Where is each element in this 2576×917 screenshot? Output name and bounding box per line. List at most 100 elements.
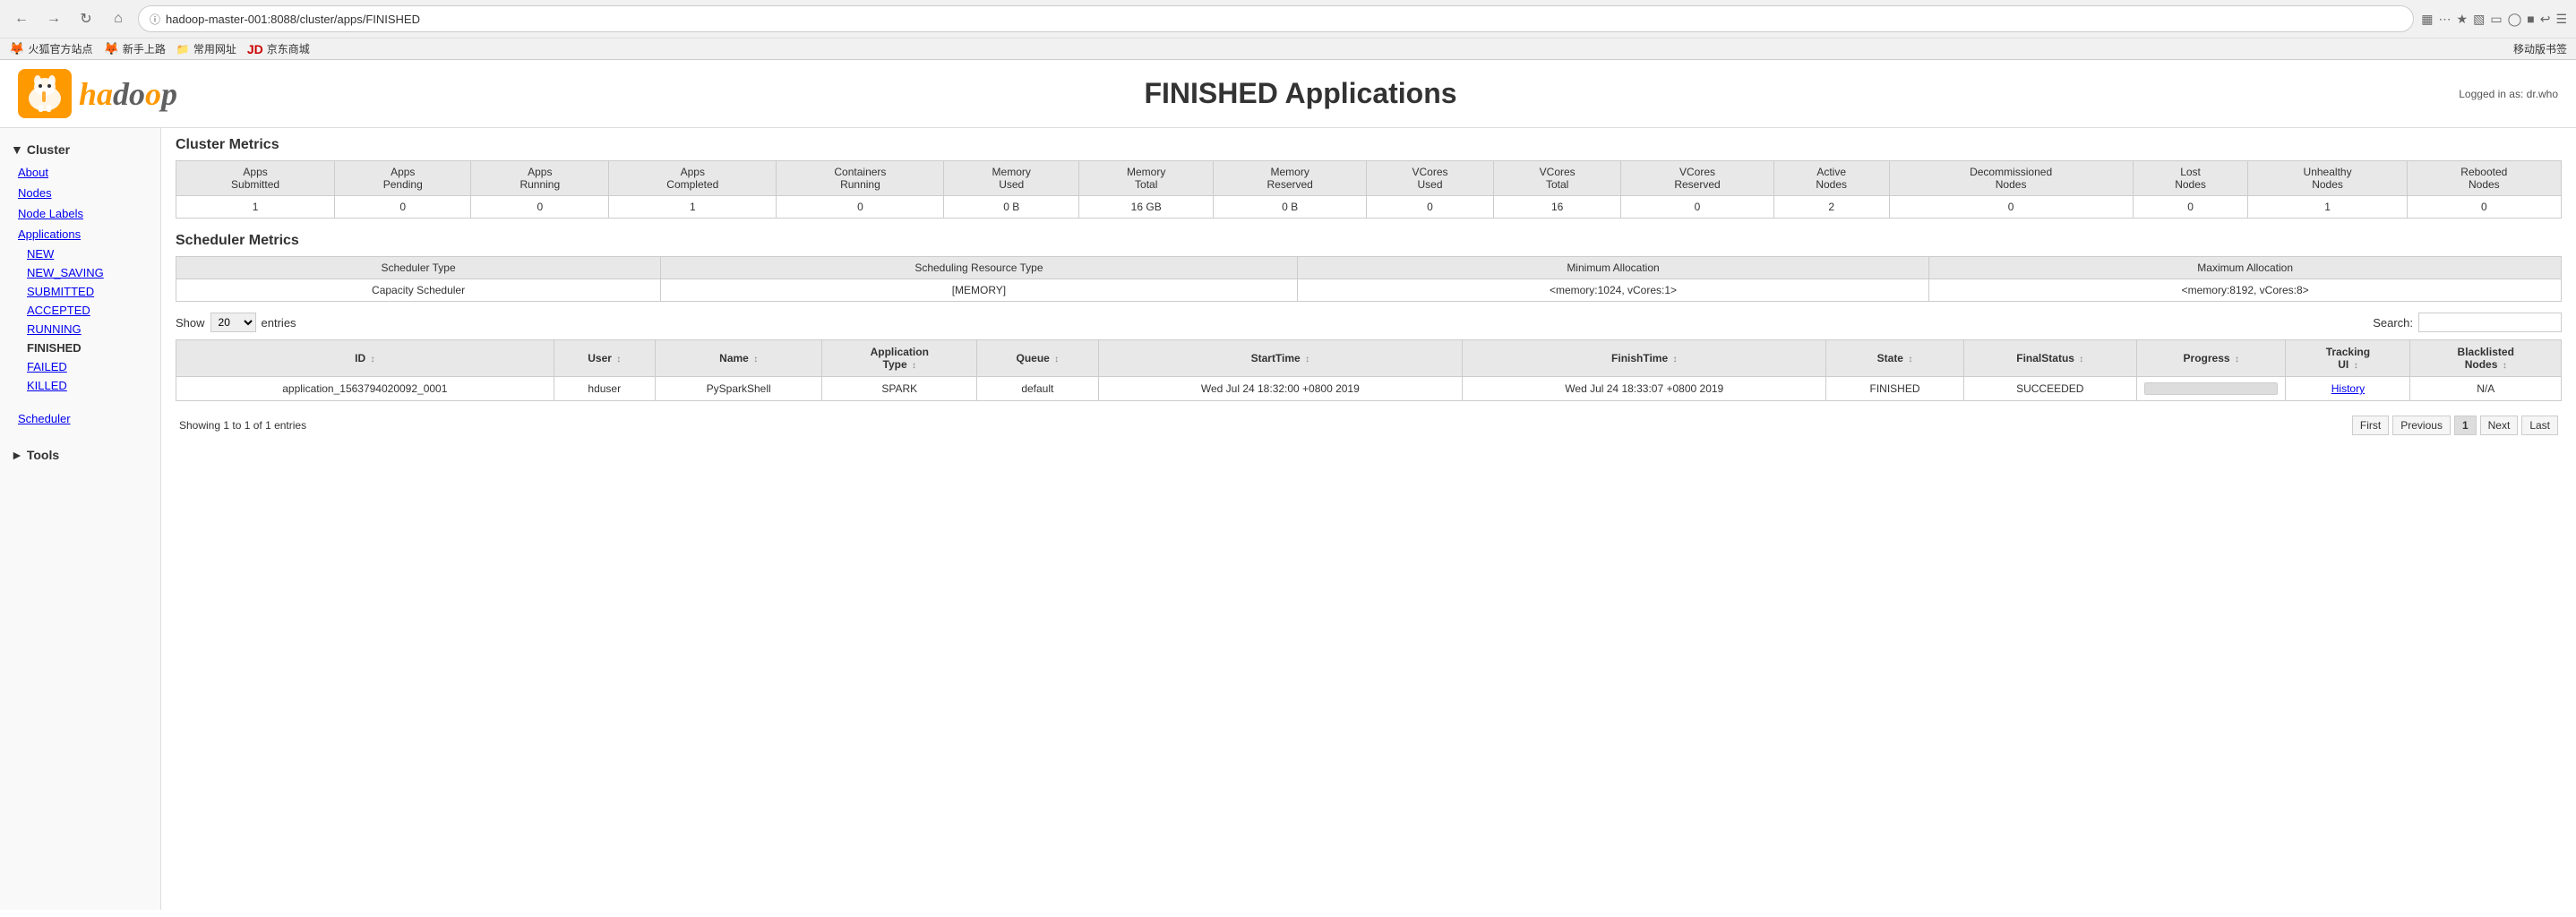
app-tracking-ui: History (2286, 377, 2410, 401)
app-queue: default (977, 377, 1099, 401)
sidebar-icon[interactable]: ▧ (2473, 12, 2485, 27)
page-1-button[interactable]: 1 (2454, 416, 2477, 435)
search-section: Search: (2373, 313, 2562, 332)
address-bar[interactable]: ⓘ hadoop-master-001:8088/cluster/apps/FI… (138, 5, 2414, 32)
sidebar-item-applications[interactable]: Applications (0, 224, 160, 244)
val-apps-completed: 1 (609, 196, 777, 219)
cluster-section-header[interactable]: ▼ Cluster (0, 137, 160, 162)
app-col-finish-time[interactable]: FinishTime ↕ (1463, 340, 1826, 377)
app-col-final-status[interactable]: FinalStatus ↕ (1963, 340, 2137, 377)
val-lost-nodes: 0 (2133, 196, 2248, 219)
app-col-tracking-ui[interactable]: TrackingUI ↕ (2286, 340, 2410, 377)
show-entries-left: Show 10 20 50 100 entries (176, 313, 296, 332)
sidebar-sub-item-submitted[interactable]: SUBMITTED (0, 282, 160, 301)
sidebar-sub-item-finished[interactable]: FINISHED (0, 339, 160, 357)
reload-button[interactable]: ↻ (73, 6, 99, 31)
sidebar-item-nodes[interactable]: Nodes (0, 183, 160, 203)
app-col-state[interactable]: State ↕ (1826, 340, 1963, 377)
sidebar: ▼ Cluster About Nodes Node Labels Applic… (0, 128, 161, 910)
collapse-icon: ▼ (11, 142, 23, 157)
val-vcores-used: 0 (1366, 196, 1493, 219)
entries-select[interactable]: 10 20 50 100 (210, 313, 256, 332)
bookmark-xinshow[interactable]: 🦊 新手上路 (103, 41, 165, 56)
bookmark-changyong[interactable]: 📁 常用网址 (176, 41, 236, 56)
search-input[interactable] (2418, 313, 2562, 332)
app-col-app-type[interactable]: ApplicationType ↕ (822, 340, 977, 377)
home-button[interactable]: ⌂ (106, 6, 131, 31)
col-unhealthy-nodes: UnhealthyNodes (2248, 161, 2407, 196)
back-button[interactable]: ← (9, 6, 34, 31)
val-containers-running: 0 (777, 196, 944, 219)
sort-finish-icon: ↕ (1673, 355, 1678, 364)
undo-icon[interactable]: ↩ (2540, 12, 2551, 27)
next-button[interactable]: Next (2480, 416, 2519, 435)
sched-val-type: Capacity Scheduler (176, 279, 661, 302)
show-label: Show (176, 316, 205, 330)
content-area: Cluster Metrics AppsSubmitted AppsPendin… (161, 128, 2576, 910)
tabs-icon[interactable]: ▭ (2490, 12, 2502, 27)
pagination-controls: First Previous 1 Next Last (2352, 416, 2558, 435)
col-apps-running: AppsRunning (471, 161, 609, 196)
sidebar-sub-item-accepted[interactable]: ACCEPTED (0, 301, 160, 320)
progress-bar-container (2144, 382, 2278, 395)
fox-icon2: 🦊 (103, 41, 118, 56)
app-col-id[interactable]: ID ↕ (176, 340, 554, 377)
previous-button[interactable]: Previous (2392, 416, 2451, 435)
page-title: FINISHED Applications (177, 77, 2424, 110)
sidebar-item-about[interactable]: About (0, 162, 160, 183)
app-col-queue[interactable]: Queue ↕ (977, 340, 1099, 377)
sidebar-sub-item-new[interactable]: NEW (0, 244, 160, 263)
app-col-start-time[interactable]: StartTime ↕ (1098, 340, 1462, 377)
sidebar-sub-item-new-saving[interactable]: NEW_SAVING (0, 263, 160, 282)
menu-icon[interactable]: ☰ (2555, 12, 2567, 27)
browser-chrome: ← → ↻ ⌂ ⓘ hadoop-master-001:8088/cluster… (0, 0, 2576, 60)
sidebar-sub-item-killed[interactable]: KILLED (0, 376, 160, 395)
app-name: PySparkShell (655, 377, 822, 401)
forward-button[interactable]: → (41, 6, 66, 31)
first-button[interactable]: First (2352, 416, 2389, 435)
app-type: SPARK (822, 377, 977, 401)
more-icon[interactable]: ⋯ (2439, 12, 2451, 27)
extension-icon[interactable]: ■ (2527, 12, 2534, 26)
app-id: application_1563794020092_0001 (176, 377, 554, 401)
val-apps-running: 0 (471, 196, 609, 219)
app-col-blacklisted[interactable]: BlacklistedNodes ↕ (2410, 340, 2562, 377)
cluster-metrics-title: Cluster Metrics (176, 137, 2562, 153)
login-info: Logged in as: dr.who (2424, 88, 2558, 100)
security-icon: ⓘ (150, 12, 160, 27)
qr-icon[interactable]: ▦ (2421, 12, 2433, 27)
col-memory-reserved: MemoryReserved (1214, 161, 1366, 196)
page-header: hadoop FINISHED Applications Logged in a… (0, 60, 2576, 128)
history-link[interactable]: History (2331, 382, 2365, 395)
sort-progress-icon: ↕ (2235, 355, 2239, 364)
sched-col-min: Minimum Allocation (1297, 257, 1929, 279)
bookmark-jd[interactable]: JD 京东商城 (247, 41, 310, 56)
last-button[interactable]: Last (2521, 416, 2558, 435)
val-apps-submitted: 1 (176, 196, 335, 219)
app-finish-time: Wed Jul 24 18:33:07 +0800 2019 (1463, 377, 1826, 401)
star-icon[interactable]: ★ (2457, 12, 2469, 27)
pagination-row: Showing 1 to 1 of 1 entries First Previo… (176, 410, 2562, 441)
account-icon[interactable]: ◯ (2508, 12, 2522, 27)
app-col-user[interactable]: User ↕ (554, 340, 655, 377)
sidebar-item-scheduler[interactable]: Scheduler (0, 408, 160, 429)
bookmark-huohu[interactable]: 🦊 火狐官方站点 (9, 41, 92, 56)
app-blacklisted: N/A (2410, 377, 2562, 401)
app-col-progress[interactable]: Progress ↕ (2137, 340, 2286, 377)
app-col-name[interactable]: Name ↕ (655, 340, 822, 377)
sidebar-item-node-labels[interactable]: Node Labels (0, 203, 160, 224)
col-apps-pending: AppsPending (335, 161, 471, 196)
col-decommissioned-nodes: DecommissionedNodes (1889, 161, 2133, 196)
tools-section-header[interactable]: ► Tools (0, 442, 160, 467)
progress-bar-fill (2145, 383, 2277, 394)
sidebar-sub-item-running[interactable]: RUNNING (0, 320, 160, 339)
applications-table: ID ↕ User ↕ Name ↕ ApplicationType ↕ Que… (176, 339, 2562, 401)
sort-id-icon: ↕ (370, 355, 374, 364)
col-vcores-total: VCoresTotal (1494, 161, 1621, 196)
sidebar-sub-item-failed[interactable]: FAILED (0, 357, 160, 376)
col-memory-used: MemoryUsed (944, 161, 1078, 196)
show-entries-row: Show 10 20 50 100 entries Search: (176, 313, 2562, 332)
sched-col-max: Maximum Allocation (1929, 257, 2562, 279)
col-vcores-used: VCoresUsed (1366, 161, 1493, 196)
fox-icon: 🦊 (9, 41, 24, 56)
